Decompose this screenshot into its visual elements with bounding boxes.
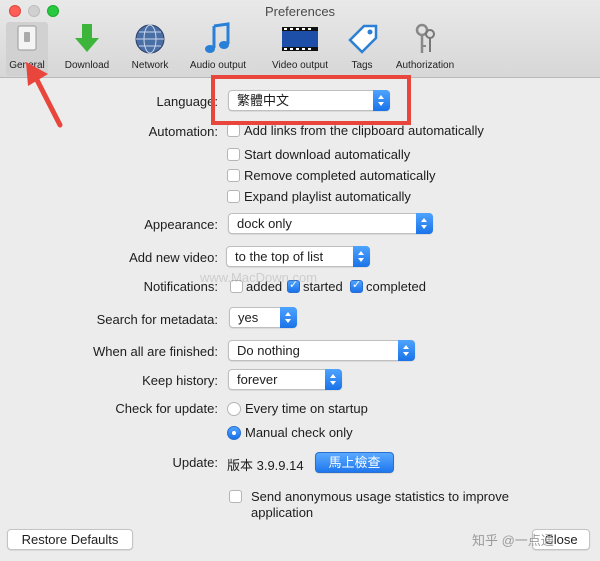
download-arrow-icon: [75, 24, 99, 52]
when-finished-value: Do nothing: [237, 343, 300, 358]
chevron-updown-icon: [398, 340, 415, 361]
keys-icon: [415, 23, 435, 53]
tab-authorization[interactable]: Authorization: [390, 22, 460, 76]
checkbox-start-download[interactable]: [227, 148, 240, 161]
check-now-button[interactable]: 馬上檢查: [315, 452, 394, 473]
check-update-label: Check for update:: [115, 401, 218, 416]
radio-every-startup[interactable]: [227, 402, 241, 416]
notify-completed-label: completed: [366, 279, 426, 294]
switch-icon: [17, 25, 37, 51]
keep-history-label: Keep history:: [142, 373, 218, 388]
when-finished-label: When all are finished:: [92, 344, 218, 359]
search-metadata-value: yes: [238, 310, 259, 325]
search-metadata-select[interactable]: yes: [229, 307, 297, 328]
checkbox-expand-playlist[interactable]: [227, 190, 240, 203]
add-links-clipboard-label: Add links from the clipboard automatical…: [244, 123, 484, 138]
chevron-updown-icon: [416, 213, 433, 234]
radio-manual-check[interactable]: [227, 426, 241, 440]
tag-icon: [348, 24, 378, 54]
annotation-arrow-icon: [26, 62, 63, 128]
add-new-video-select[interactable]: to the top of list: [226, 246, 370, 267]
start-download-label: Start download automatically: [244, 147, 411, 162]
language-highlight-box: [211, 75, 411, 125]
site-watermark: www.MacDown.com: [200, 270, 318, 285]
film-strip-icon: [282, 27, 318, 51]
manual-check-label: Manual check only: [245, 425, 353, 440]
every-startup-label: Every time on startup: [245, 401, 368, 416]
zhihu-watermark: 知乎 @一点通: [472, 533, 554, 548]
keep-history-value: forever: [237, 372, 278, 387]
remove-completed-label: Remove completed automatically: [244, 168, 436, 183]
add-new-video-value: to the top of list: [235, 249, 324, 264]
tab-tags[interactable]: Tags: [342, 22, 382, 76]
appearance-value: dock only: [237, 216, 292, 231]
checkbox-remove-completed[interactable]: [227, 169, 240, 182]
search-metadata-label: Search for metadata:: [96, 312, 218, 327]
checkbox-add-links-clipboard[interactable]: [227, 124, 240, 137]
chevron-updown-icon: [325, 369, 342, 390]
anonymous-stats-label-line2: application: [251, 505, 314, 520]
appearance-label: Appearance:: [144, 217, 218, 232]
add-new-video-label: Add new video:: [129, 250, 218, 265]
window-title: Preferences: [264, 4, 336, 19]
chevron-updown-icon: [353, 246, 370, 267]
music-note-icon: [205, 22, 230, 53]
chevron-updown-icon: [280, 307, 297, 328]
version-text: 版本 3.9.9.14: [227, 458, 304, 473]
anonymous-stats-label-line1: Send anonymous usage statistics to impro…: [251, 489, 509, 504]
globe-icon: [135, 24, 165, 54]
tab-network[interactable]: Network: [125, 22, 175, 76]
restore-defaults-button[interactable]: Restore Defaults: [7, 529, 133, 550]
preferences-window: Preferences General Download Network Aud…: [0, 0, 600, 561]
when-finished-select[interactable]: Do nothing: [228, 340, 415, 361]
checkbox-notify-completed[interactable]: [350, 278, 363, 293]
tab-audio-output[interactable]: Audio output: [186, 22, 250, 76]
tab-video-output[interactable]: Video output: [265, 22, 335, 76]
expand-playlist-label: Expand playlist automatically: [244, 189, 411, 204]
checkbox-anonymous-stats[interactable]: [229, 490, 242, 503]
titlebar: Preferences General Download Network Aud…: [0, 0, 600, 78]
appearance-select[interactable]: dock only: [228, 213, 433, 234]
notifications-label: Notifications:: [143, 279, 218, 294]
keep-history-select[interactable]: forever: [228, 369, 342, 390]
update-label: Update:: [172, 455, 218, 470]
